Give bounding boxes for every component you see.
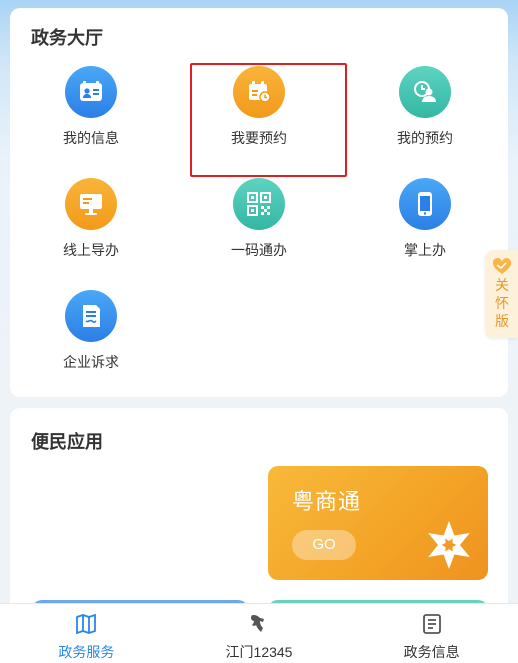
my-appointments-item[interactable]: 我的预约 bbox=[350, 66, 500, 148]
care-mode-char-2: 怀 bbox=[495, 295, 509, 311]
bottom-navigation: 政务服务 江门12345 政务信息 bbox=[0, 603, 518, 663]
nav-jiangmen-12345-label: 江门12345 bbox=[225, 644, 293, 660]
mobile-service-item[interactable]: 掌上办 bbox=[350, 178, 500, 260]
one-code-service-item[interactable]: 一码通办 bbox=[184, 178, 334, 260]
enterprise-appeal-label: 企业诉求 bbox=[63, 354, 119, 370]
my-info-label: 我的信息 bbox=[63, 130, 119, 146]
online-guidance-label: 线上导办 bbox=[63, 242, 119, 258]
convenience-apps-title: 便民应用 bbox=[31, 432, 103, 452]
yueshangtong-logo-icon bbox=[428, 521, 470, 569]
yueshangtong-name: 粤商通 bbox=[292, 489, 362, 514]
document-icon bbox=[65, 290, 117, 342]
heart-hands-icon bbox=[492, 257, 512, 274]
government-hall-card: 政务大厅 我的信息 我要预约 我的预约 线上导办 一码通办 掌上办 企业诉求 bbox=[10, 8, 508, 397]
user-clock-icon bbox=[399, 66, 451, 118]
nav-government-info-label: 政务信息 bbox=[403, 644, 460, 660]
care-mode-tab[interactable]: 关 怀 版 bbox=[486, 250, 518, 338]
selection-highlight bbox=[190, 63, 347, 177]
care-mode-char-3: 版 bbox=[495, 313, 509, 329]
online-guidance-item[interactable]: 线上导办 bbox=[16, 178, 166, 260]
nav-jiangmen-12345[interactable]: 江门12345 bbox=[173, 604, 346, 663]
my-appointments-label: 我的预约 bbox=[397, 130, 453, 146]
nav-government-services-label: 政务服务 bbox=[58, 644, 115, 660]
mobile-service-label: 掌上办 bbox=[404, 242, 446, 258]
care-mode-char-1: 关 bbox=[495, 277, 509, 293]
go-button[interactable]: GO bbox=[292, 530, 356, 560]
government-hall-title: 政务大厅 bbox=[31, 28, 103, 48]
enterprise-appeal-item[interactable]: 企业诉求 bbox=[16, 290, 166, 372]
qr-code-icon bbox=[233, 178, 285, 230]
one-code-service-label: 一码通办 bbox=[231, 242, 287, 258]
monitor-icon bbox=[65, 178, 117, 230]
horse-icon bbox=[251, 615, 264, 632]
notes-icon bbox=[422, 614, 441, 634]
id-card-icon bbox=[65, 66, 117, 118]
map-book-icon bbox=[76, 613, 97, 635]
nav-government-services[interactable]: 政务服务 bbox=[0, 604, 173, 663]
my-info-item[interactable]: 我的信息 bbox=[16, 66, 166, 148]
yueshangtong-card[interactable]: 粤商通 GO bbox=[268, 466, 488, 580]
nav-government-info[interactable]: 政务信息 bbox=[345, 604, 518, 663]
phone-icon bbox=[399, 178, 451, 230]
